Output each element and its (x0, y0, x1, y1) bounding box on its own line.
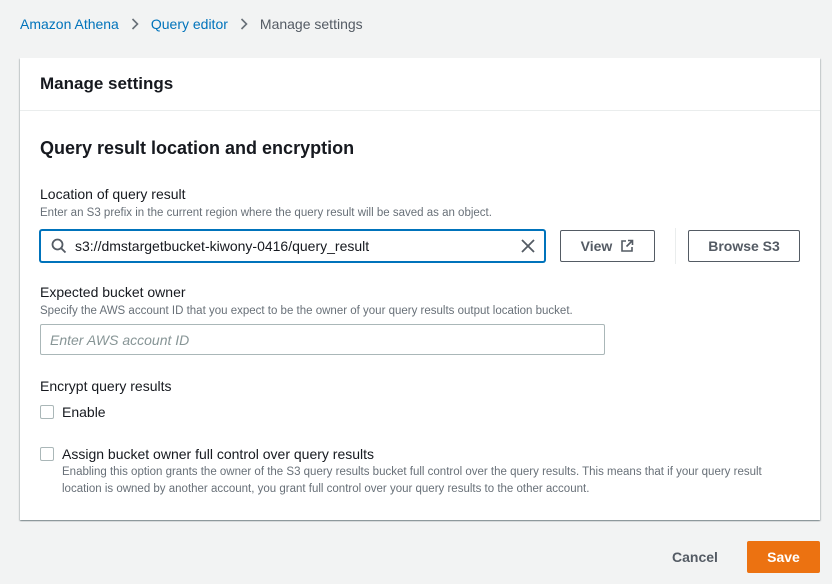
location-description: Enter an S3 prefix in the current region… (40, 207, 492, 219)
location-search-field[interactable] (40, 230, 545, 262)
section-title: Query result location and encryption (40, 138, 355, 158)
divider (675, 228, 676, 264)
view-button-label: View (580, 238, 613, 254)
chevron-right-icon (240, 18, 248, 30)
browse-s3-button[interactable]: Browse S3 (688, 230, 800, 262)
breadcrumb: Amazon Athena Query editor Manage settin… (20, 14, 363, 34)
owner-label: Expected bucket owner (40, 284, 186, 300)
breadcrumb-query-editor[interactable]: Query editor (151, 16, 228, 32)
owner-description: Specify the AWS account ID that you expe… (40, 305, 573, 317)
external-link-icon (620, 239, 634, 253)
breadcrumb-current: Manage settings (259, 16, 363, 32)
breadcrumb-athena[interactable]: Amazon Athena (20, 16, 119, 32)
view-button[interactable]: View (560, 230, 655, 262)
acl-description: Enabling this option grants the owner of… (62, 466, 762, 495)
account-id-input[interactable] (40, 324, 605, 355)
search-icon (51, 238, 67, 254)
clear-icon[interactable] (520, 238, 536, 254)
encrypt-checkbox-label[interactable]: Enable (62, 404, 106, 420)
panel-title: Manage settings (40, 74, 174, 93)
panel-header: Manage settings (20, 58, 820, 111)
cancel-button[interactable]: Cancel (662, 541, 728, 573)
settings-panel: Manage settings Query result location an… (20, 58, 820, 520)
encrypt-checkbox[interactable] (40, 405, 54, 419)
encrypt-label: Encrypt query results (40, 378, 172, 394)
acl-checkbox[interactable] (40, 447, 54, 461)
save-button[interactable]: Save (747, 541, 820, 573)
location-label: Location of query result (40, 186, 186, 202)
location-input[interactable] (75, 232, 520, 260)
chevron-right-icon (131, 18, 139, 30)
acl-checkbox-label[interactable]: Assign bucket owner full control over qu… (62, 446, 374, 462)
